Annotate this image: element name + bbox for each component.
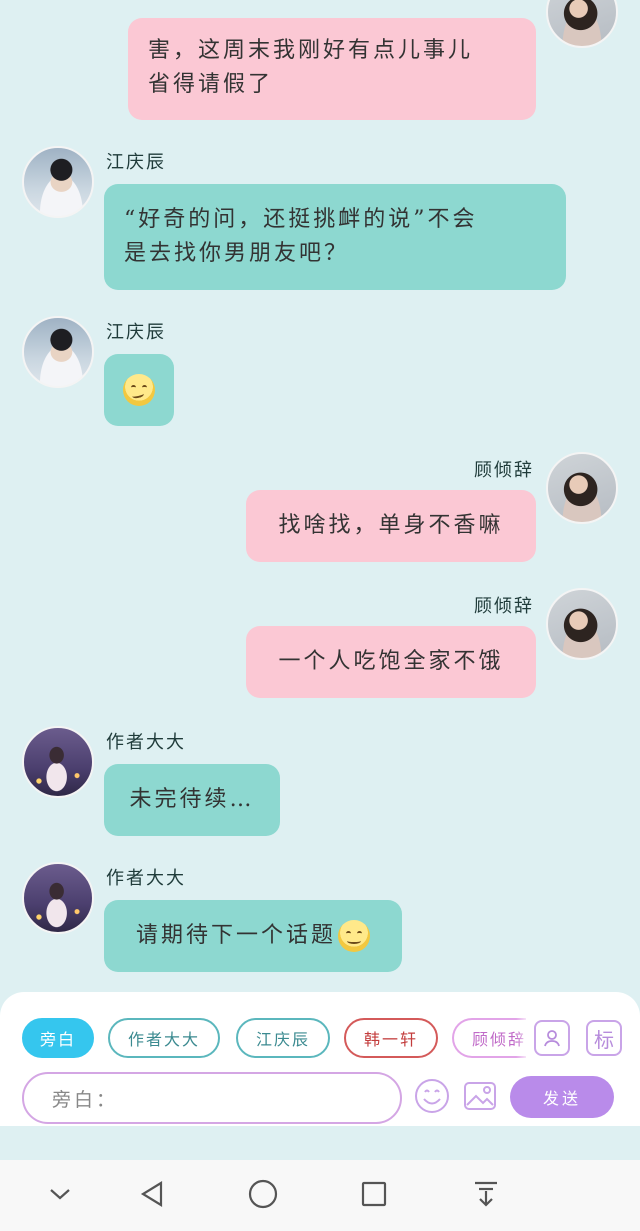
image-button[interactable] bbox=[460, 1076, 500, 1116]
sender-name: 江庆辰 bbox=[106, 152, 166, 173]
home-circle-icon bbox=[248, 1179, 278, 1209]
emoji-icon bbox=[415, 1079, 449, 1113]
chevron-down-icon bbox=[50, 1189, 70, 1200]
message-bubble[interactable] bbox=[104, 354, 174, 426]
system-nav-bar bbox=[0, 1160, 640, 1231]
avatar-gu-qingci[interactable] bbox=[546, 588, 618, 660]
message-bubble[interactable]: 请期待下一个话题 bbox=[104, 900, 402, 972]
nav-home-button[interactable] bbox=[243, 1174, 283, 1214]
role-chip-jiang-qingchen[interactable]: 江庆辰 bbox=[236, 1018, 330, 1058]
message-text-line: “好奇的问，还挺挑衅的说”不会 bbox=[124, 207, 478, 232]
recents-square-icon bbox=[361, 1181, 387, 1207]
tag-button[interactable]: 标 bbox=[586, 1020, 622, 1056]
role-chip-han-yixuan[interactable]: 韩一轩 bbox=[344, 1018, 438, 1058]
download-icon bbox=[475, 1181, 497, 1207]
sender-name: 顾倾辞 bbox=[474, 460, 534, 481]
image-icon bbox=[464, 1082, 496, 1110]
avatar-jiang-qingchen[interactable] bbox=[22, 146, 94, 218]
nav-back-button[interactable] bbox=[132, 1174, 172, 1214]
message-bubble[interactable]: 一个人吃饱全家不饿 bbox=[246, 626, 536, 698]
role-manage-button[interactable] bbox=[534, 1020, 570, 1056]
tag-label: 标 bbox=[594, 1027, 614, 1052]
composer-panel: 旁白 作者大大 江庆辰 韩一轩 顾倾辞 标 旁白： 发送 bbox=[0, 992, 640, 1126]
avatar-gu-qingci[interactable] bbox=[546, 452, 618, 524]
avatar-jiang-qingchen[interactable] bbox=[22, 316, 94, 388]
sender-name: 江庆辰 bbox=[106, 322, 166, 343]
sender-name: 顾倾辞 bbox=[474, 596, 534, 617]
role-chip-author[interactable]: 作者大大 bbox=[108, 1018, 220, 1058]
send-button[interactable]: 发送 bbox=[510, 1076, 614, 1118]
nav-recents-button[interactable] bbox=[354, 1174, 394, 1214]
message-text: 请期待下一个话题 bbox=[135, 923, 336, 948]
message-text: 一个人吃饱全家不饿 bbox=[278, 649, 504, 674]
nav-download-button[interactable] bbox=[466, 1174, 506, 1214]
message-bubble[interactable]: 找啥找，单身不香嘛 bbox=[246, 490, 536, 562]
message-input[interactable]: 旁白： bbox=[22, 1072, 402, 1124]
emoji-button[interactable] bbox=[412, 1076, 452, 1116]
back-triangle-icon bbox=[140, 1181, 163, 1207]
role-chip-gu-qingci[interactable]: 顾倾辞 bbox=[452, 1018, 526, 1058]
person-card-icon bbox=[544, 1030, 560, 1047]
smirk-emoji-icon bbox=[123, 374, 155, 406]
message-bubble[interactable]: 未完待续… bbox=[104, 764, 280, 836]
message-text-line: 省得请假了 bbox=[148, 72, 274, 97]
message-bubble[interactable]: 害，这周末我刚好有点儿事儿 省得请假了 bbox=[128, 18, 536, 120]
message-bubble[interactable]: “好奇的问，还挺挑衅的说”不会 是去找你男朋友吧？ bbox=[104, 184, 566, 290]
sender-name: 作者大大 bbox=[106, 732, 186, 753]
message-text: 找啥找，单身不香嘛 bbox=[278, 513, 504, 538]
chip-scroll-fade bbox=[516, 1012, 530, 1064]
message-text-line: 害，这周末我刚好有点儿事儿 bbox=[148, 38, 474, 63]
avatar-author[interactable] bbox=[22, 726, 94, 798]
avatar-gu-qingci[interactable] bbox=[546, 0, 618, 48]
nav-collapse-button[interactable] bbox=[40, 1174, 80, 1214]
smile-emoji-icon bbox=[338, 920, 370, 952]
avatar-author[interactable] bbox=[22, 862, 94, 934]
input-placeholder: 旁白： bbox=[52, 1088, 119, 1111]
message-text: 未完待续… bbox=[129, 787, 255, 812]
sender-name: 作者大大 bbox=[106, 868, 186, 889]
role-chip-narrator[interactable]: 旁白 bbox=[22, 1018, 94, 1058]
message-text-line: 是去找你男朋友吧？ bbox=[124, 241, 350, 266]
chat-area: 害，这周末我刚好有点儿事儿 省得请假了 江庆辰 “好奇的问，还挺挑衅的说”不会 … bbox=[0, 0, 640, 995]
